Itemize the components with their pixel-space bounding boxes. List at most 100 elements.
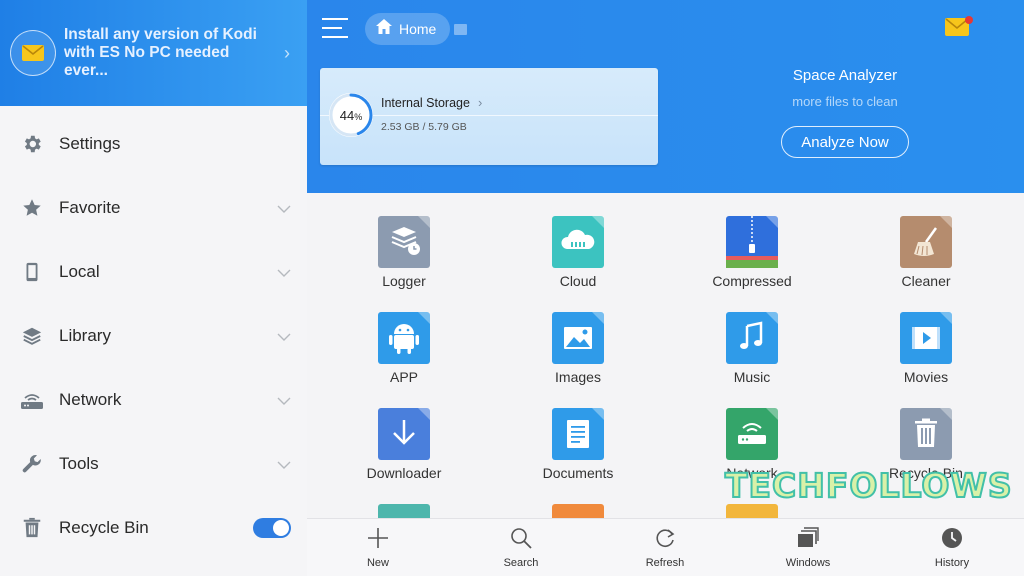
sidebar-item-label: Recycle Bin [59,518,149,537]
tile-label: Images [555,369,601,385]
android-icon [378,312,430,364]
document-icon [552,408,604,460]
internal-storage-card[interactable]: 44% Internal Storage › 2.53 GB / 5.79 GB [320,68,658,165]
tile-cleaner[interactable]: Cleaner [866,193,986,289]
chevron-down-icon [277,200,291,218]
chevron-down-icon [277,328,291,346]
category-grid: Logger Cloud Compressed Cleaner APP Images Mus… [307,193,1024,518]
bottom-bar-label: History [934,557,970,569]
partial-tile-icon[interactable] [726,504,778,518]
tile-music[interactable]: Music [692,289,812,385]
refresh-icon [654,527,676,549]
tile-movies[interactable]: Movies [866,289,986,385]
tile-label: Compressed [712,273,792,289]
sidebar-item-tools[interactable]: Tools [0,432,307,496]
space-analyzer-subtitle: more files to clean [792,94,898,109]
tile-cloud[interactable]: Cloud [518,193,638,289]
search-icon [510,527,532,549]
image-icon [552,312,604,364]
hamburger-menu-icon[interactable] [322,18,348,40]
tile-label: Cleaner [901,273,951,289]
sidebar-item-label: Local [59,262,100,281]
history-icon [941,527,963,549]
gear-icon [20,132,44,156]
promo-mail-icon [10,30,56,76]
bottom-bar-label: Search [503,557,539,569]
partial-tile-icon[interactable] [552,504,604,518]
bottom-bar-label: Refresh [645,557,685,569]
tile-label: APP [389,369,418,385]
toggle-knob [273,520,289,536]
sidebar-item-recycle-bin[interactable]: Recycle Bin [0,496,307,560]
tile-label: Music [733,369,771,385]
router-icon [20,388,44,412]
storage-percent: 44% [339,107,363,123]
sidebar-item-label: Favorite [59,198,121,217]
phone-icon [20,260,44,284]
storage-size: 2.53 GB / 5.79 GB [381,121,467,133]
chevron-down-icon [277,456,291,474]
tile-app[interactable]: APP [344,289,464,385]
bottom-toolbar: New Search Refresh Windows History [307,518,1024,576]
tile-label: Downloader [366,465,442,481]
mail-icon[interactable] [945,16,973,40]
tile-label: Network [726,465,778,481]
tile-label: Movies [903,369,949,385]
layers-icon [20,324,44,348]
star-icon [20,196,44,220]
tile-label: Documents [542,465,614,481]
chevron-down-icon [277,264,291,282]
tab-home-label: Home [399,21,437,37]
recycle-bin-toggle[interactable] [253,518,291,538]
main-panel: Home 44% Internal Storage › 2.53 GB / 5.… [307,0,1024,576]
cloud-icon [552,216,604,268]
promo-banner[interactable]: Install any version of Kodi with ES No P… [0,0,307,106]
download-icon [378,408,430,460]
trash-icon [900,408,952,460]
sidebar-item-label: Library [59,326,111,345]
tile-compressed[interactable]: Compressed [692,193,812,289]
bottom-bar-label: Windows [785,557,831,569]
zip-icon [726,216,778,268]
new-button[interactable]: New [328,519,428,576]
tile-images[interactable]: Images [518,289,638,385]
broom-icon [900,216,952,268]
header: Home 44% Internal Storage › 2.53 GB / 5.… [307,0,1024,193]
sidebar-item-local[interactable]: Local [0,240,307,304]
tab-home[interactable]: Home [365,13,451,45]
tile-network[interactable]: Network [692,385,812,481]
sidebar-item-network[interactable]: Network [0,368,307,432]
promo-chevron-icon: › [284,42,290,63]
sidebar-item-label: Network [59,390,122,409]
plus-icon [367,527,389,549]
sidebar-item-library[interactable]: Library [0,304,307,368]
analyze-now-button[interactable]: Analyze Now [781,126,909,158]
tile-recycle-bin[interactable]: Recycle Bin [866,385,986,481]
space-analyzer-title: Space Analyzer [792,67,898,84]
sidebar: Install any version of Kodi with ES No P… [0,0,307,576]
sidebar-menu: Settings Favorite Local Library Network … [0,112,307,560]
storage-title: Internal Storage [381,96,470,110]
windows-button[interactable]: Windows [758,519,858,576]
sidebar-item-label: Settings [59,134,121,153]
window-card-icon[interactable] [454,24,467,35]
sidebar-item-settings[interactable]: Settings [0,112,307,176]
sidebar-item-label: Tools [59,454,99,473]
partial-tile-icon[interactable] [378,504,430,518]
home-icon [375,18,393,40]
refresh-button[interactable]: Refresh [615,519,715,576]
storage-usage-gauge: 44% [327,91,375,139]
bottom-bar-label: New [366,557,389,569]
sidebar-item-favorite[interactable]: Favorite [0,176,307,240]
chevron-right-icon: › [478,95,483,110]
music-icon [726,312,778,364]
search-button[interactable]: Search [471,519,571,576]
promo-text: Install any version of Kodi with ES No P… [64,26,257,79]
tile-downloader[interactable]: Downloader [344,385,464,481]
logger-icon [378,216,430,268]
tile-label: Recycle Bin [889,465,963,481]
history-button[interactable]: History [902,519,1002,576]
tile-logger[interactable]: Logger [344,193,464,289]
tile-documents[interactable]: Documents [518,385,638,481]
movie-icon [900,312,952,364]
